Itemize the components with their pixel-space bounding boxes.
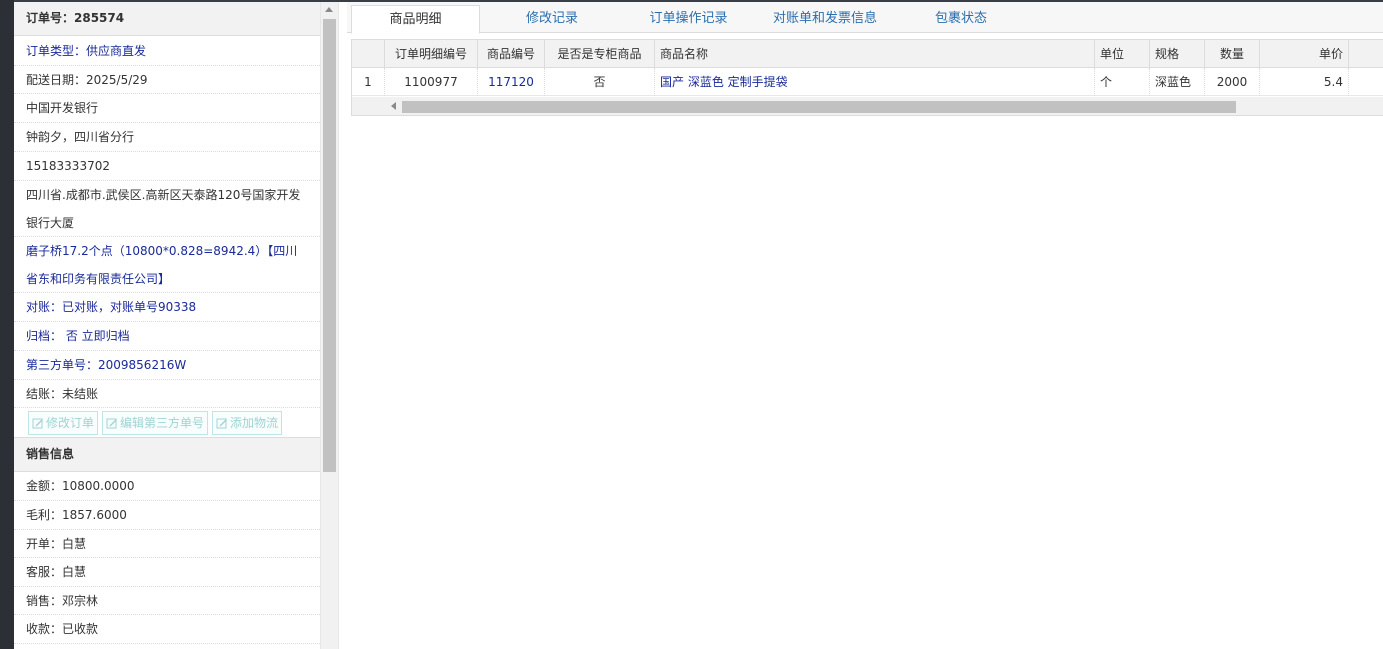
phone-row: 15183333702 [14,152,320,181]
quantity-cell: 2000 [1205,68,1260,96]
scroll-thumb[interactable] [402,101,1236,113]
column-header[interactable]: 商品编号 [478,40,545,68]
archive-status[interactable]: 归档： 否 立即归档 [26,322,130,350]
gross-profit: 毛利：1857.6000 [26,508,127,522]
column-header[interactable]: 订单明细编号 [385,40,478,68]
sales-person-row: 销售：邓宗林 [14,587,320,615]
third-party-number: 第三方单号：2009856216W [26,358,187,372]
order-type-label: 订单类型： [26,43,87,58]
tab-operation-log[interactable]: 订单操作记录 [628,5,749,34]
column-header[interactable]: 是否是专柜商品 [545,40,655,68]
order-number-header: 订单号：285574 [14,2,320,36]
settle-row: 结账：未结账 [14,380,320,408]
order-info-panel: 订单号：285574 订单类型： 供应商直发 配送日期：2025/5/29 中国开… [14,2,321,649]
tab-modify-log[interactable]: 修改记录 [499,5,605,34]
issuer-row: 开单：白慧 [14,530,320,558]
product-grid: 订单明细编号 商品编号 是否是专柜商品 商品名称 单位 规格 数量 单价 1 1… [351,39,1383,116]
contact-row: 钟韵夕，四川省分行 [14,123,320,152]
order-number: 订单号：285574 [26,11,125,25]
is-counter-cell: 否 [545,68,655,96]
sales-amount: 金额：10800.0000 [26,479,135,493]
sales-info-header: 销售信息 [14,438,320,472]
edit-third-party-label: 编辑第三方单号 [120,416,205,430]
column-header[interactable]: 规格 [1150,40,1205,68]
scroll-thumb[interactable] [323,19,336,472]
customer-service: 客服：白慧 [26,565,87,579]
column-header[interactable]: 数量 [1205,40,1260,68]
customer-org: 中国开发银行 [26,101,99,115]
supplier-info-row: 磨子桥17.2个点（10800*0.828=8942.4）【四川省东和印务有限责… [14,237,320,293]
payment-status: 收款：已收款 [26,622,99,636]
edit-order-button[interactable]: 修改订单 [28,410,99,435]
tab-package-status[interactable]: 包裹状态 [915,5,1007,34]
payment-row: 收款：已收款 [14,615,320,644]
unit-cell: 个 [1095,68,1150,96]
add-logistics-label: 添加物流 [230,416,279,430]
app-side-strip [0,0,14,649]
delivery-date: 配送日期：2025/5/29 [26,72,148,87]
customer-org-row: 中国开发银行 [14,94,320,123]
panel-divider [338,2,339,649]
edit-order-label: 修改订单 [46,416,95,430]
archive-row[interactable]: 归档： 否 立即归档 [14,322,320,351]
delivery-address: 四川省.成都市.武侯区.高新区天泰路120号国家开发银行大厦 [26,187,301,230]
row-number: 1 [352,68,385,96]
edit-icon [216,418,228,428]
product-id-link[interactable]: 117120 [478,68,545,96]
gross-profit-row: 毛利：1857.6000 [14,501,320,530]
order-type-value: 供应商直发 [86,43,147,58]
left-panel-scrollbar[interactable] [321,2,338,649]
price-cell: 5.4 [1260,68,1349,96]
scroll-up-arrow-icon[interactable] [325,7,333,12]
tab-invoice-info[interactable]: 对账单和发票信息 [758,5,892,34]
delivery-date-row: 配送日期：2025/5/29 [14,66,320,94]
column-header[interactable]: 单位 [1095,40,1150,68]
edit-third-party-button[interactable]: 编辑第三方单号 [102,410,209,435]
sales-person: 销售：邓宗林 [26,593,99,608]
detail-tab-bar: 商品明细 修改记录 订单操作记录 对账单和发票信息 包裹状态 [347,2,1383,34]
detail-id-cell: 1100977 [385,68,478,96]
third-party-row: 第三方单号：2009856216W [14,351,320,380]
product-name-link[interactable]: 国产 深蓝色 定制手提袋 [655,68,1095,96]
table-row[interactable]: 1 1100977 117120 否 国产 深蓝色 定制手提袋 个 深蓝色 20… [352,68,1383,96]
reconcile-row: 对账：已对账，对账单号90338 [14,293,320,322]
address-row: 四川省.成都市.武侯区.高新区天泰路120号国家开发银行大厦 [14,181,320,237]
edit-icon [32,418,43,428]
issuer: 开单：白慧 [26,536,87,551]
add-logistics-button[interactable]: 添加物流 [212,410,283,435]
order-action-bar: 修改订单 编辑第三方单号 添加物流 [14,408,320,438]
scroll-left-arrow-icon[interactable] [391,102,396,110]
grid-horizontal-scrollbar[interactable] [352,97,1383,115]
column-header[interactable]: 商品名称 [655,40,1095,68]
row-number-header [352,40,385,68]
reconcile-status: 对账：已对账，对账单号90338 [26,300,197,314]
column-header[interactable]: 单价 [1260,40,1349,68]
contact-phone: 15183333702 [26,159,110,173]
tab-product-detail[interactable]: 商品明细 [351,5,480,34]
contact-name: 钟韵夕，四川省分行 [26,130,135,144]
settle-status: 结账：未结账 [26,386,99,401]
order-type-row: 订单类型： 供应商直发 [14,36,320,66]
amount-row: 金额：10800.0000 [14,472,320,501]
supplier-info: 磨子桥17.2个点（10800*0.828=8942.4）【四川省东和印务有限责… [26,243,298,286]
sales-info-title: 销售信息 [26,447,75,461]
edit-icon [106,418,118,428]
service-row: 客服：白慧 [14,558,320,587]
grid-header-row: 订单明细编号 商品编号 是否是专柜商品 商品名称 单位 规格 数量 单价 [352,40,1383,68]
spec-cell: 深蓝色 [1150,68,1205,96]
